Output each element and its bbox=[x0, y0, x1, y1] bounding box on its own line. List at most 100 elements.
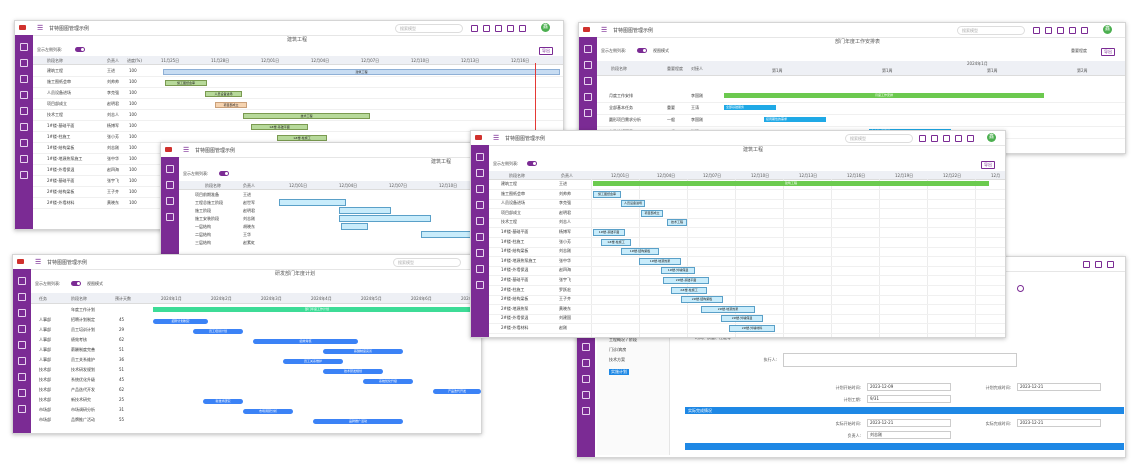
layers-icon[interactable] bbox=[476, 265, 484, 273]
bar-task[interactable]: 技术工程 bbox=[243, 113, 370, 119]
notification-icon[interactable] bbox=[1057, 27, 1064, 34]
bar-task[interactable]: 1#楼-结构梁板 bbox=[621, 248, 659, 256]
task-name[interactable]: 薪酬制度完善 bbox=[71, 347, 95, 353]
task-name[interactable]: 施工阶段 bbox=[195, 208, 211, 214]
bar-task[interactable]: 1#楼-柱施工 bbox=[277, 135, 327, 141]
users-icon[interactable] bbox=[582, 375, 590, 383]
bar-task[interactable]: 市场调研分析 bbox=[243, 409, 293, 414]
task-name[interactable]: 1#楼-基础平面 bbox=[47, 123, 74, 129]
task-name[interactable]: 圆形项目需求分析 bbox=[609, 117, 641, 123]
bar-task[interactable]: 施工图纸会审 bbox=[165, 80, 207, 86]
bar-task[interactable]: 2#楼-外墙保温 bbox=[721, 315, 763, 323]
building-icon[interactable] bbox=[166, 197, 174, 205]
task-name[interactable]: 2#楼-外墙材料 bbox=[501, 325, 528, 331]
bar-task[interactable]: 绩效考核 bbox=[253, 339, 358, 344]
actual-start-field[interactable]: 2023-12-21 bbox=[867, 419, 951, 427]
gear-icon[interactable] bbox=[476, 281, 484, 289]
importance-select[interactable]: 重要程度 bbox=[1071, 48, 1087, 54]
tree-item[interactable]: 门诊/病房 bbox=[609, 347, 626, 353]
task-name[interactable]: 施工图纸会审 bbox=[501, 191, 525, 197]
settings-icon[interactable] bbox=[519, 25, 526, 32]
layers-icon[interactable] bbox=[18, 389, 26, 397]
menu-icon[interactable]: ☰ bbox=[183, 146, 189, 154]
task-name[interactable]: 员工培训计划 bbox=[71, 327, 95, 333]
bar-task[interactable]: 接周期性的需求 bbox=[764, 117, 826, 122]
export-button[interactable]: 导出 bbox=[981, 161, 995, 169]
menu-icon[interactable]: ☰ bbox=[37, 24, 43, 32]
gear-icon[interactable] bbox=[20, 171, 28, 179]
bar-task[interactable]: 员工培训计划 bbox=[193, 329, 243, 334]
app-title[interactable]: 甘特图图管理示例 bbox=[49, 25, 89, 32]
toggle-left-list[interactable] bbox=[637, 48, 647, 53]
task-name[interactable]: 绩效考核 bbox=[71, 337, 87, 343]
task-name[interactable]: 1#楼-柱施工 bbox=[501, 239, 524, 245]
task-name[interactable]: 2#楼-结构梁板 bbox=[47, 189, 74, 195]
list-icon[interactable] bbox=[476, 217, 484, 225]
view-mode-select[interactable]: 视图模式 bbox=[87, 281, 103, 287]
gear-icon[interactable] bbox=[582, 407, 590, 415]
task-name[interactable]: 系统优化升级 bbox=[71, 377, 95, 383]
home-icon[interactable] bbox=[166, 165, 174, 173]
task-name[interactable]: 技术工程 bbox=[47, 112, 63, 118]
task-name[interactable]: 施工图纸会审 bbox=[47, 79, 71, 85]
bar-summary[interactable]: 建筑工程 bbox=[163, 69, 560, 75]
toggle-left-list[interactable] bbox=[75, 47, 85, 52]
bar-summary[interactable]: 月度工作安排 bbox=[724, 93, 1044, 98]
gear-icon[interactable] bbox=[18, 405, 26, 413]
task-name[interactable]: 工程总施工阶段 bbox=[195, 200, 223, 206]
refresh-icon[interactable] bbox=[471, 25, 478, 32]
task-name[interactable]: 1#楼-柱施工 bbox=[47, 134, 70, 140]
task-name[interactable]: 1#楼-基础平面 bbox=[501, 229, 528, 235]
task-name[interactable]: 项目前期准备 bbox=[195, 192, 219, 198]
notification-icon[interactable] bbox=[943, 135, 950, 142]
search-input[interactable]: 搜索模型 bbox=[393, 258, 461, 267]
home-icon[interactable] bbox=[584, 45, 592, 53]
shirt-icon[interactable] bbox=[507, 25, 514, 32]
share-icon[interactable] bbox=[476, 233, 484, 241]
task-name[interactable]: 建筑工程 bbox=[47, 68, 63, 74]
document-icon[interactable] bbox=[1095, 261, 1102, 268]
share-icon[interactable] bbox=[18, 357, 26, 365]
task-name[interactable]: 2#楼-外墙保温 bbox=[501, 315, 528, 321]
bar-task[interactable]: 全部基础服务 bbox=[724, 105, 776, 110]
task-name[interactable]: 产品迭代开发 bbox=[71, 387, 95, 393]
task-name[interactable]: 2#楼-柱施工 bbox=[501, 287, 524, 293]
bar-task[interactable]: 1#楼-地源热泵 bbox=[639, 257, 681, 265]
bar-task[interactable]: 1#楼-柱施工 bbox=[601, 238, 631, 246]
task-name[interactable]: 2#楼-结构梁板 bbox=[501, 296, 528, 302]
settings-icon[interactable] bbox=[1107, 261, 1114, 268]
task-name[interactable]: 员工关系维护 bbox=[71, 357, 95, 363]
bar-task[interactable]: 项目部成立 bbox=[641, 209, 663, 217]
task-name[interactable]: 市场调研分析 bbox=[71, 407, 95, 413]
layers-icon[interactable] bbox=[582, 391, 590, 399]
menu-icon[interactable]: ☰ bbox=[493, 134, 499, 142]
chart-icon[interactable] bbox=[18, 293, 26, 301]
task-name[interactable]: 技术研发规划 bbox=[71, 367, 95, 373]
document-icon[interactable] bbox=[584, 93, 592, 101]
bar-task[interactable]: 1#楼-基础平面 bbox=[593, 229, 625, 236]
tree-item[interactable]: 技术方案 bbox=[609, 357, 625, 363]
chart-icon[interactable] bbox=[20, 59, 28, 67]
chart-icon[interactable] bbox=[476, 169, 484, 177]
menu-icon[interactable]: ☰ bbox=[601, 26, 607, 34]
task-name[interactable]: 项目部成立 bbox=[501, 210, 521, 216]
bar-task[interactable]: 技术工程 bbox=[667, 219, 687, 227]
bar-task[interactable]: 产品迭代开发 bbox=[433, 389, 481, 394]
duration-field[interactable]: 9/31 bbox=[867, 395, 951, 403]
refresh-icon[interactable] bbox=[1033, 27, 1040, 34]
message-icon[interactable] bbox=[931, 135, 938, 142]
task-name[interactable]: 新技术研究 bbox=[71, 397, 91, 403]
task-name[interactable]: 2#楼-外墙材料 bbox=[47, 200, 74, 206]
home-icon[interactable] bbox=[476, 153, 484, 161]
bar-task[interactable]: 招聘计划制定 bbox=[153, 319, 208, 324]
document-icon[interactable] bbox=[20, 91, 28, 99]
bar-task[interactable]: 人员设备进场 bbox=[621, 200, 645, 208]
shirt-icon[interactable] bbox=[1069, 27, 1076, 34]
task-name[interactable]: 技术工程 bbox=[501, 219, 517, 225]
share-icon[interactable] bbox=[582, 359, 590, 367]
search-input[interactable]: 搜索模型 bbox=[845, 134, 913, 143]
refresh-icon[interactable] bbox=[919, 135, 926, 142]
avatar[interactable]: 鑫 bbox=[987, 133, 996, 142]
home-icon[interactable] bbox=[18, 277, 26, 285]
task-name[interactable]: 三层结构 bbox=[195, 240, 211, 246]
